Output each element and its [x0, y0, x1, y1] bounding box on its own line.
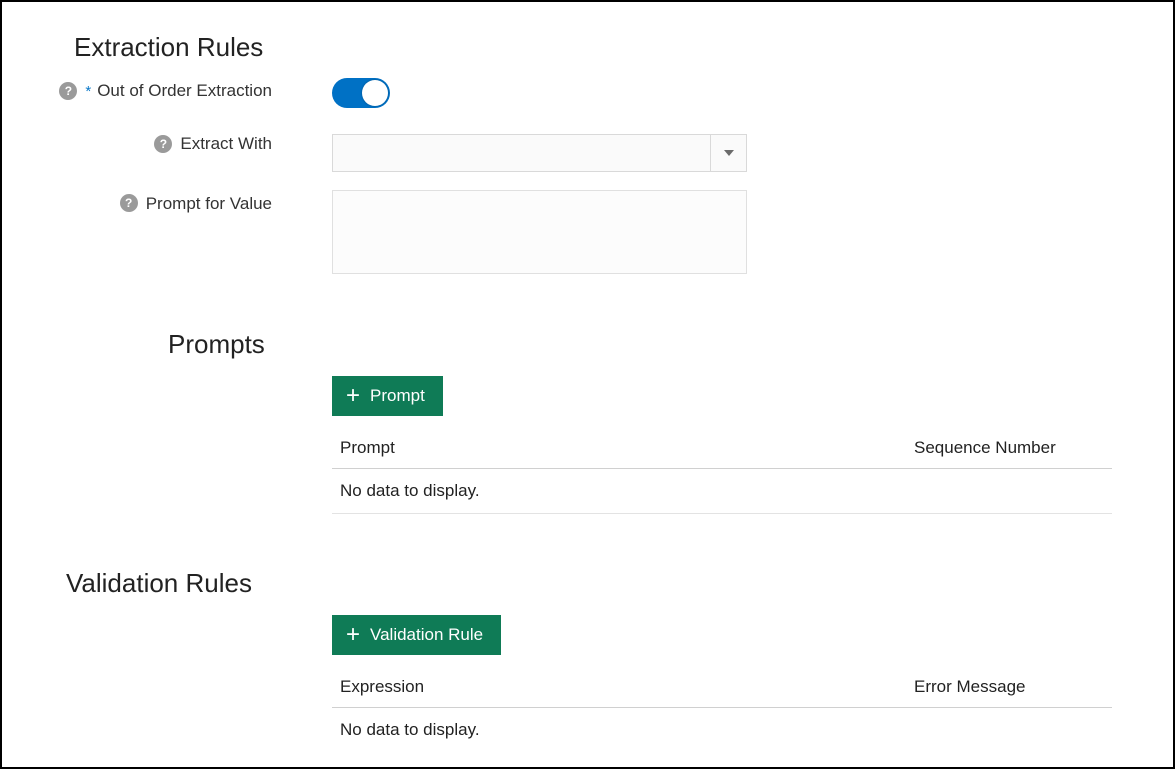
toggle-knob: [362, 80, 388, 106]
plus-icon: +: [346, 623, 360, 647]
validation-rules-heading: Validation Rules: [66, 568, 1113, 599]
add-validation-rule-button[interactable]: + Validation Rule: [332, 615, 501, 655]
prompts-heading: Prompts: [168, 329, 1113, 360]
add-prompt-label: Prompt: [370, 386, 425, 406]
chevron-down-icon: [710, 135, 746, 171]
extract-with-row: ? Extract With: [32, 134, 1113, 172]
prompt-for-value-row: ? Prompt for Value: [32, 190, 1113, 279]
add-validation-rule-label: Validation Rule: [370, 625, 483, 645]
validation-empty-row: No data to display.: [332, 708, 1112, 752]
extract-with-dropdown[interactable]: [332, 134, 747, 172]
form-panel: Extraction Rules ? * Out of Order Extrac…: [0, 0, 1175, 769]
prompts-table-header: Prompt Sequence Number: [332, 438, 1112, 469]
prompt-for-value-label: Prompt for Value: [146, 194, 272, 214]
validation-col-error-message: Error Message: [914, 677, 1104, 697]
validation-col-expression: Expression: [340, 677, 914, 697]
help-icon[interactable]: ?: [154, 135, 172, 153]
extraction-rules-heading: Extraction Rules: [74, 32, 1113, 63]
validation-table-header: Expression Error Message: [332, 677, 1112, 708]
prompt-for-value-textarea[interactable]: [332, 190, 747, 274]
extract-with-label: Extract With: [180, 134, 272, 154]
help-icon[interactable]: ?: [120, 194, 138, 212]
plus-icon: +: [346, 384, 360, 408]
prompts-empty-row: No data to display.: [332, 469, 1112, 514]
validation-table: Expression Error Message No data to disp…: [332, 677, 1112, 752]
out-of-order-label: Out of Order Extraction: [97, 81, 272, 101]
prompts-col-sequence: Sequence Number: [914, 438, 1104, 458]
required-star-icon: *: [85, 83, 91, 100]
help-icon[interactable]: ?: [59, 82, 77, 100]
prompts-col-prompt: Prompt: [340, 438, 914, 458]
add-prompt-button[interactable]: + Prompt: [332, 376, 443, 416]
out-of-order-toggle[interactable]: [332, 78, 390, 108]
prompts-table: Prompt Sequence Number No data to displa…: [332, 438, 1112, 514]
extract-with-value: [333, 135, 710, 171]
out-of-order-row: ? * Out of Order Extraction: [32, 81, 1113, 108]
